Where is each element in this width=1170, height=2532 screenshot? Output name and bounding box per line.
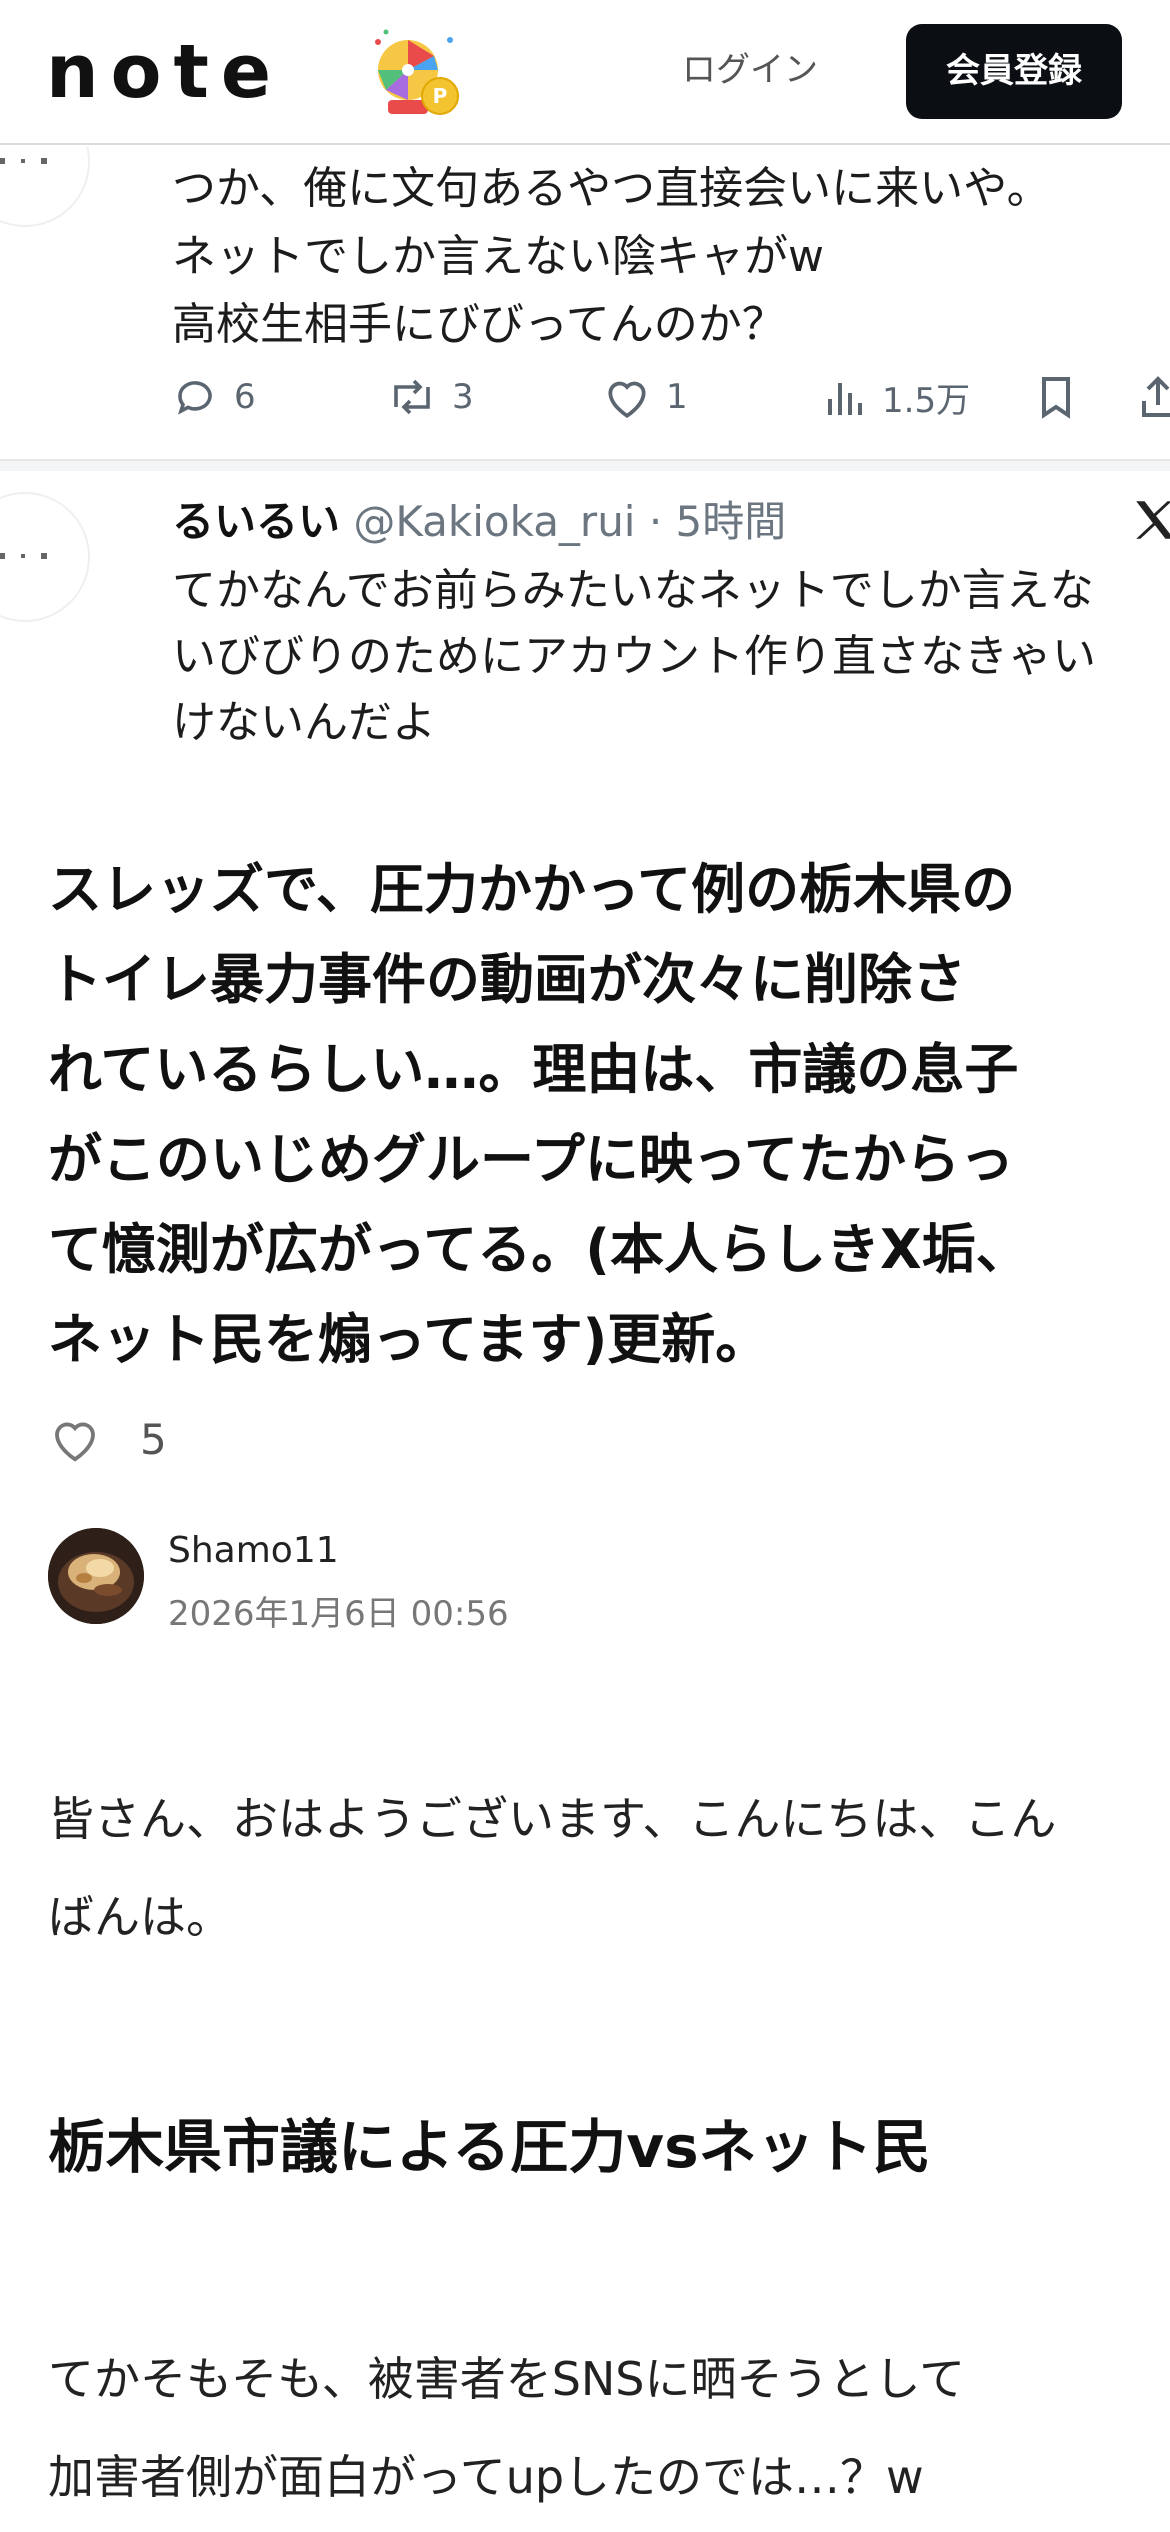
tweet-line: つか、俺に文句あるやつ直接会いに来いや。 — [172, 163, 1051, 214]
title-line: ネット民を煽ってます)更新。 — [48, 1308, 770, 1371]
paragraph-line: てかそもそも、被害者をSNSに晒そうとして — [48, 2352, 966, 2406]
tweet-line: けないんだよ — [172, 697, 436, 748]
reply-icon — [177, 381, 212, 415]
share-action — [1138, 367, 1170, 427]
analytics-icon — [828, 383, 862, 415]
heart-icon — [55, 1422, 95, 1462]
views-count: 1.5万 — [882, 380, 971, 421]
paragraph-line: 加害者側が面白がってupしたのでは…？w — [48, 2450, 924, 2504]
svg-text:P: P — [433, 84, 448, 108]
like-count: 5 — [140, 1414, 167, 1464]
publish-date: 2026年1月6日 00:56 — [168, 1594, 509, 1634]
avatar-glyph-icon — [0, 158, 47, 164]
intro-line: 皆さん、おはようございます、こんにちは、こん — [48, 1792, 1057, 1846]
section-heading: 栃木県市議による圧力vsネット民 — [48, 2113, 931, 2181]
reply-action: 6 — [172, 367, 256, 427]
tweet-actions: 6 3 1 1.5万 — [172, 367, 1170, 427]
logo-text: note — [46, 29, 284, 115]
author-name[interactable]: Shamo11 — [168, 1530, 339, 1571]
tweet-line: いびびりのためにアカウント作り直さなきゃい — [172, 631, 1096, 682]
tweet-line: てかなんでお前らみたいなネットでしか言えな — [172, 565, 1094, 616]
login-link[interactable]: ログイン — [650, 40, 850, 100]
share-icon — [1142, 376, 1170, 417]
point-campaign-badge-icon: P — [375, 29, 459, 115]
signup-button[interactable]: 会員登録 — [906, 24, 1122, 119]
site-header: note P ログイン 会員登録 — [0, 0, 1170, 145]
x-logo-icon — [1136, 501, 1170, 539]
title-line: れているらしい…。理由は、市議の息子 — [48, 1038, 1019, 1101]
reply-count: 6 — [234, 377, 256, 417]
like-button[interactable]: 5 — [48, 1404, 167, 1474]
note-logo[interactable]: note P — [46, 22, 459, 122]
views-action: 1.5万 — [824, 367, 970, 427]
tweet-line: 高校生相手にびびってんのか？ — [172, 299, 786, 350]
title-line: て憶測が広がってる。(本人らしきX垢、 — [48, 1218, 1030, 1281]
tweet-header: るいるい @Kakioka_rui · 5時間 — [172, 492, 786, 552]
like-count: 1 — [666, 377, 688, 417]
title-line: スレッズで、圧力かかって例の栃木県の — [48, 858, 1016, 921]
tweet-divider — [0, 459, 1170, 471]
heart-icon — [608, 381, 646, 418]
tweet-handle-time: @Kakioka_rui · 5時間 — [353, 497, 787, 546]
repost-count: 3 — [452, 377, 474, 417]
tweet-line: ネットでしか言えない陰キャがw — [172, 231, 824, 282]
title-line: トイレ暴力事件の動画が次々に削除さ — [48, 948, 966, 1011]
tweet-avatar — [0, 492, 90, 622]
bookmark-action — [1036, 367, 1090, 427]
repost-icon — [394, 379, 430, 415]
embedded-tweet-screenshot: つか、俺に文句あるやつ直接会いに来いや。 ネットでしか言えない陰キャがw 高校生… — [0, 147, 1170, 767]
food-photo-avatar-icon — [48, 1528, 144, 1624]
repost-action: 3 — [386, 367, 474, 427]
intro-line: ばんは。 — [48, 1890, 232, 1944]
tweet-display-name: るいるい — [172, 497, 341, 546]
article-title: スレッズで、圧力かかって例の栃木県の トイレ暴力事件の動画が次々に削除さ れてい… — [48, 845, 1128, 1385]
bookmark-icon — [1042, 377, 1070, 419]
title-line: がこのいじめグループに映ってたからっ — [48, 1128, 1015, 1191]
avatar[interactable] — [48, 1528, 144, 1624]
like-action: 1 — [602, 367, 688, 427]
tweet-avatar — [0, 147, 90, 227]
avatar-glyph-icon — [0, 553, 47, 559]
